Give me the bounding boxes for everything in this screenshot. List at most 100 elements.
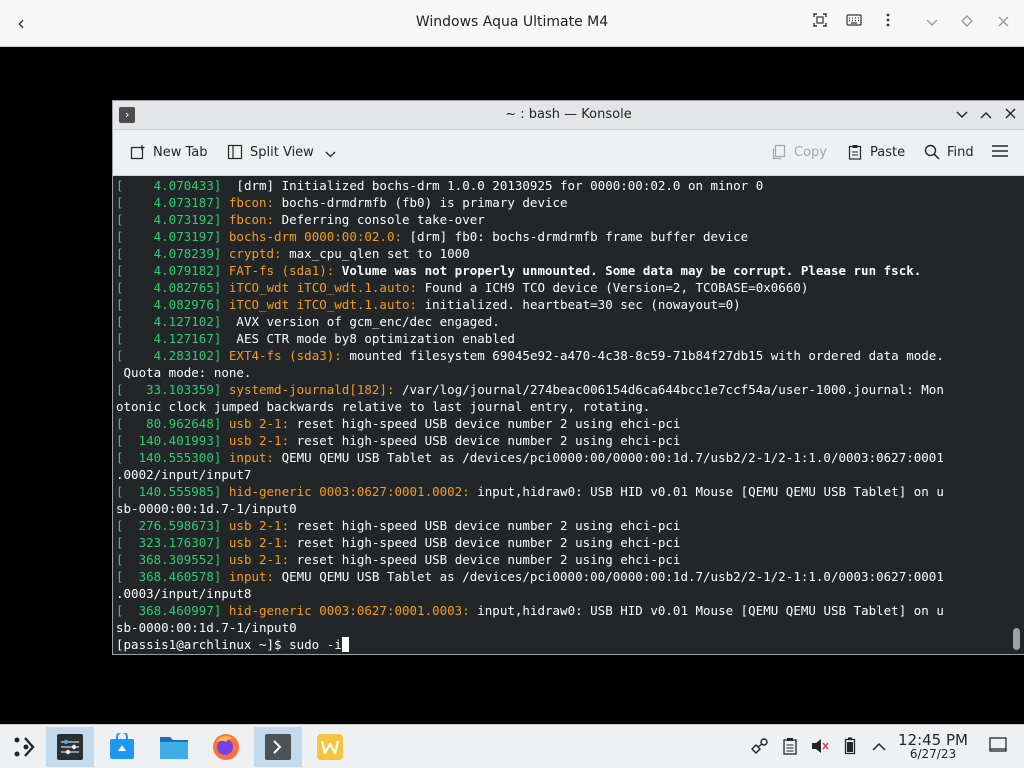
- log-timestamp: 4.073197: [123, 229, 214, 244]
- bracket: ]: [213, 433, 229, 448]
- clipboard-icon[interactable]: [780, 737, 800, 757]
- log-source: hid-generic 0003:0627:0001.0003:: [228, 603, 470, 618]
- log-timestamp: 80.962648: [123, 416, 214, 431]
- hamburger-menu-icon: [991, 144, 1009, 162]
- konsole-window: › ~ : bash — Konsole New Tab Split View: [113, 101, 1024, 654]
- scrollbar[interactable]: [1013, 628, 1020, 650]
- terminal-line: sb-0000:00:1d.7-1/input0: [116, 500, 1008, 517]
- show-desktop-icon[interactable]: [988, 737, 1008, 757]
- log-message: reset high-speed USB device number 2 usi…: [289, 433, 681, 448]
- bracket: [: [116, 450, 124, 465]
- bracket: [: [116, 331, 124, 346]
- log-timestamp: 4.082765: [123, 280, 214, 295]
- bracket: [: [116, 314, 124, 329]
- viewer-title-bar: ‹ Windows Aqua Ultimate M4: [0, 0, 1024, 47]
- bracket: [: [116, 348, 124, 363]
- volume-muted-icon[interactable]: [810, 737, 830, 757]
- system-settings-button[interactable]: [46, 727, 94, 767]
- terminal-text: .0002/input/input7: [116, 467, 252, 482]
- log-message: AES CTR mode by8 optimization enabled: [228, 331, 515, 346]
- application-launcher-button[interactable]: [0, 727, 48, 767]
- paste-button[interactable]: Paste: [846, 142, 905, 164]
- log-timestamp: 4.082976: [123, 297, 214, 312]
- log-message: Volume was not properly unmounted. Some …: [334, 263, 922, 278]
- terminal-line: [ 140.555300] input: QEMU QEMU USB Table…: [116, 449, 1008, 466]
- close-icon[interactable]: [993, 13, 1013, 33]
- bracket: ]: [213, 212, 229, 227]
- prompt-line[interactable]: [passis1@archlinux ~]$ sudo -i: [116, 636, 1008, 652]
- log-source: FAT-fs (sda1):: [228, 263, 335, 278]
- bracket: ]: [213, 450, 229, 465]
- log-message: reset high-speed USB device number 2 usi…: [289, 535, 681, 550]
- log-source: input:: [228, 569, 275, 584]
- keyboard-icon[interactable]: [844, 13, 864, 33]
- bracket: ]: [213, 484, 229, 499]
- log-message: reset high-speed USB device number 2 usi…: [289, 552, 681, 567]
- close-icon[interactable]: [1001, 106, 1019, 124]
- bracket: ]: [213, 178, 229, 193]
- log-source: iTCO_wdt iTCO_wdt.1.auto:: [228, 297, 418, 312]
- copy-label: Copy: [794, 145, 827, 160]
- shell-prompt: [passis1@archlinux ~]$: [116, 637, 290, 652]
- copy-button[interactable]: Copy: [770, 142, 827, 164]
- fit-screen-icon[interactable]: [810, 13, 830, 33]
- find-button[interactable]: Find: [923, 142, 974, 164]
- firefox-button[interactable]: [202, 727, 250, 767]
- log-source: usb 2-1:: [228, 433, 290, 448]
- log-timestamp: 4.079182: [123, 263, 214, 278]
- log-timestamp: 4.070433: [123, 178, 214, 193]
- log-message: initialized. heartbeat=30 sec (nowayout=…: [417, 297, 741, 312]
- terminal-line: otonic clock jumped backwards relative t…: [116, 398, 1008, 415]
- bracket: [: [116, 178, 124, 193]
- terminal-line: [ 4.073197] bochs-drm 0000:00:02.0: [drm…: [116, 228, 1008, 245]
- log-timestamp: 140.401993: [123, 433, 214, 448]
- bracket: ]: [213, 603, 229, 618]
- hamburger-menu-button[interactable]: [991, 142, 1015, 164]
- chevron-down-icon[interactable]: [922, 13, 942, 33]
- konsole-taskbar-button[interactable]: [254, 727, 302, 767]
- log-timestamp: 33.103359: [123, 382, 214, 397]
- log-timestamp: 4.073192: [123, 212, 214, 227]
- minimize-icon[interactable]: [953, 106, 971, 124]
- log-message: input,hidraw0: USB HID v0.01 Mouse [QEMU…: [469, 603, 944, 618]
- new-tab-button[interactable]: New Tab: [129, 142, 208, 164]
- bracket: [: [116, 433, 124, 448]
- konsole-title-bar[interactable]: › ~ : bash — Konsole: [113, 101, 1024, 130]
- bracket: [: [116, 246, 124, 261]
- terminal-text: otonic clock jumped backwards relative t…: [116, 399, 651, 414]
- battery-icon[interactable]: [840, 737, 860, 757]
- log-message: [drm] Initialized bochs-drm 1.0.0 201309…: [228, 178, 764, 193]
- terminal-line: [ 140.401993] usb 2-1: reset high-speed …: [116, 432, 1008, 449]
- log-source: cryptd:: [228, 246, 282, 261]
- bracket: [: [116, 280, 124, 295]
- winlator-button[interactable]: [306, 727, 354, 767]
- log-timestamp: 4.073187: [123, 195, 214, 210]
- bracket: [: [116, 518, 124, 533]
- terminal-line: [ 4.127167] AES CTR mode by8 optimizatio…: [116, 330, 1008, 347]
- log-timestamp: 4.078239: [123, 246, 214, 261]
- log-message: [drm] fb0: bochs-drmdrmfb frame buffer d…: [402, 229, 749, 244]
- split-view-button[interactable]: Split View: [226, 142, 346, 164]
- log-source: systemd-journald[182]:: [228, 382, 395, 397]
- steam-input-icon[interactable]: [750, 737, 770, 757]
- bracket: [: [116, 229, 124, 244]
- terminal-output[interactable]: [ 4.070433] [drm] Initialized bochs-drm …: [116, 177, 1008, 652]
- log-source: bochs-drm 0000:00:02.0:: [228, 229, 402, 244]
- bracket: ]: [213, 297, 229, 312]
- log-message: QEMU QEMU USB Tablet as /devices/pci0000…: [274, 569, 944, 584]
- chevron-up-icon[interactable]: [869, 737, 889, 757]
- text-cursor: [341, 637, 349, 652]
- terminal-line: sb-0000:00:1d.7-1/input0: [116, 619, 1008, 636]
- bracket: [: [116, 263, 124, 278]
- diamond-icon[interactable]: [957, 13, 977, 33]
- maximize-icon[interactable]: [977, 106, 995, 124]
- bracket: ]: [213, 569, 229, 584]
- copy-icon: [770, 144, 788, 162]
- terminal-line: [ 33.103359] systemd-journald[182]: /var…: [116, 381, 1008, 398]
- more-vert-icon[interactable]: [878, 13, 898, 33]
- log-source: EXT4-fs (sda3):: [228, 348, 342, 363]
- file-manager-button[interactable]: [150, 727, 198, 767]
- discover-store-button[interactable]: [98, 727, 146, 767]
- terminal-line: [ 323.176307] usb 2-1: reset high-speed …: [116, 534, 1008, 551]
- clock-date[interactable]: 6/27/23: [892, 747, 974, 761]
